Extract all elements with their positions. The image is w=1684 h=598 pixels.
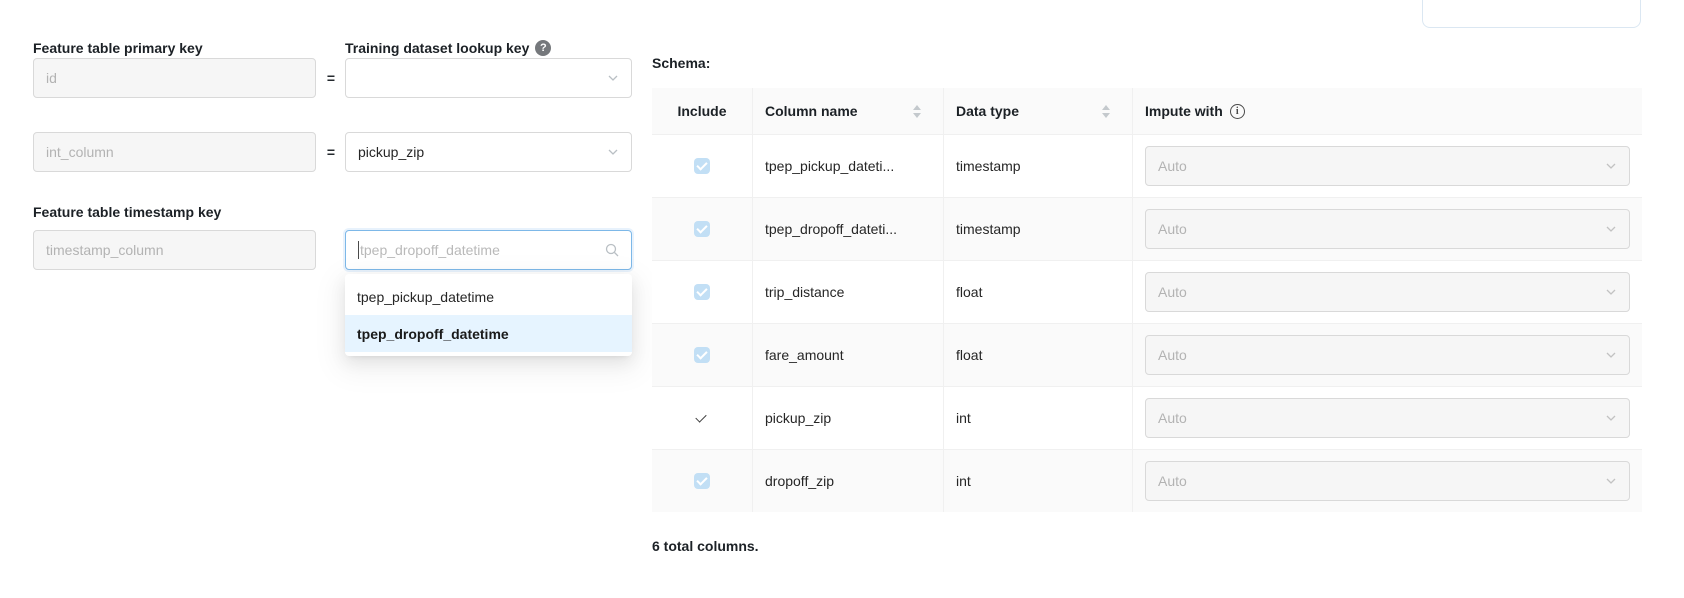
dropdown-option-tpep-pickup-datetime[interactable]: tpep_pickup_datetime <box>345 278 632 315</box>
checkmark-icon <box>695 412 709 424</box>
data-type-cell: int <box>944 387 1133 449</box>
search-icon <box>605 243 619 257</box>
partial-button-top-right[interactable] <box>1422 0 1641 28</box>
info-icon[interactable]: i <box>1230 104 1245 119</box>
help-icon[interactable]: ? <box>535 40 551 56</box>
include-checkbox-checked-disabled <box>694 347 710 363</box>
sort-icon[interactable] <box>1094 105 1110 118</box>
chevron-down-icon <box>607 72 619 84</box>
equals-sign: = <box>322 144 340 160</box>
include-checkbox-checked-disabled <box>694 221 710 237</box>
column-name-cell: tpep_pickup_dateti... <box>753 135 944 197</box>
data-type-cell: float <box>944 324 1133 386</box>
training-dataset-lookup-key-label-text: Training dataset lookup key <box>345 40 529 56</box>
impute-with-value: Auto <box>1158 410 1187 426</box>
schema-table-header: Include Column name Data type Impute wit… <box>652 88 1642 134</box>
impute-with-select: Auto <box>1145 335 1630 375</box>
chevron-down-icon <box>1605 475 1617 487</box>
feature-int-column-input <box>33 132 316 172</box>
feature-lookup-panel: Feature table primary key Training datas… <box>0 0 1684 598</box>
impute-with-select: Auto <box>1145 272 1630 312</box>
impute-with-value: Auto <box>1158 221 1187 237</box>
total-columns-note: 6 total columns. <box>652 538 759 554</box>
column-name-cell: fare_amount <box>753 324 944 386</box>
schema-table: Include Column name Data type Impute wit… <box>652 88 1642 512</box>
data-type-cell: timestamp <box>944 198 1133 260</box>
sort-icon[interactable] <box>905 105 921 118</box>
impute-with-value: Auto <box>1158 284 1187 300</box>
impute-with-select: Auto <box>1145 461 1630 501</box>
schema-title: Schema: <box>652 55 710 71</box>
dropdown-option-tpep-dropoff-datetime[interactable]: tpep_dropoff_datetime <box>345 315 632 352</box>
impute-with-value: Auto <box>1158 473 1187 489</box>
timestamp-lookup-search-value: tpep_dropoff_datetime <box>360 242 605 258</box>
chevron-down-icon <box>1605 286 1617 298</box>
table-row: fare_amount float Auto <box>652 323 1642 386</box>
column-name-cell: pickup_zip <box>753 387 944 449</box>
impute-with-select: Auto <box>1145 209 1630 249</box>
table-row: tpep_pickup_dateti... timestamp Auto <box>652 134 1642 197</box>
lookup-key-select-primary[interactable] <box>345 58 632 98</box>
data-type-cell: timestamp <box>944 135 1133 197</box>
table-row: tpep_dropoff_dateti... timestamp Auto <box>652 197 1642 260</box>
feature-primary-key-input <box>33 58 316 98</box>
feature-table-primary-key-label: Feature table primary key <box>33 40 203 56</box>
impute-with-select: Auto <box>1145 146 1630 186</box>
feature-table-timestamp-key-label: Feature table timestamp key <box>33 204 221 220</box>
header-impute-with: Impute with i <box>1133 88 1642 134</box>
include-checkbox-checked-disabled <box>694 158 710 174</box>
table-row: pickup_zip int Auto <box>652 386 1642 449</box>
include-checkbox-checked-disabled <box>694 284 710 300</box>
chevron-down-icon <box>1605 160 1617 172</box>
header-include: Include <box>652 88 753 134</box>
table-row: trip_distance float Auto <box>652 260 1642 323</box>
timestamp-lookup-dropdown: tpep_pickup_datetime tpep_dropoff_dateti… <box>345 274 632 356</box>
header-data-type[interactable]: Data type <box>944 88 1133 134</box>
header-impute-with-label: Impute with <box>1145 103 1223 119</box>
header-data-type-label: Data type <box>956 103 1019 119</box>
chevron-down-icon <box>1605 349 1617 361</box>
data-type-cell: int <box>944 450 1133 512</box>
impute-with-select: Auto <box>1145 398 1630 438</box>
include-checkbox-checked-disabled <box>694 473 710 489</box>
column-name-cell: trip_distance <box>753 261 944 323</box>
text-cursor <box>358 241 359 259</box>
impute-with-value: Auto <box>1158 347 1187 363</box>
column-name-cell: dropoff_zip <box>753 450 944 512</box>
data-type-cell: float <box>944 261 1133 323</box>
lookup-key-select-int-column[interactable]: pickup_zip <box>345 132 632 172</box>
training-dataset-lookup-key-label: Training dataset lookup key ? <box>345 40 551 56</box>
column-name-cell: tpep_dropoff_dateti... <box>753 198 944 260</box>
feature-timestamp-key-input <box>33 230 316 270</box>
lookup-key-select-int-column-value: pickup_zip <box>358 144 424 160</box>
table-row: dropoff_zip int Auto <box>652 449 1642 512</box>
chevron-down-icon <box>607 146 619 158</box>
chevron-down-icon <box>1605 412 1617 424</box>
impute-with-value: Auto <box>1158 158 1187 174</box>
equals-sign: = <box>322 70 340 86</box>
header-column-name-label: Column name <box>765 103 858 119</box>
header-column-name[interactable]: Column name <box>753 88 944 134</box>
chevron-down-icon <box>1605 223 1617 235</box>
timestamp-lookup-search-input[interactable]: tpep_dropoff_datetime <box>345 230 632 270</box>
